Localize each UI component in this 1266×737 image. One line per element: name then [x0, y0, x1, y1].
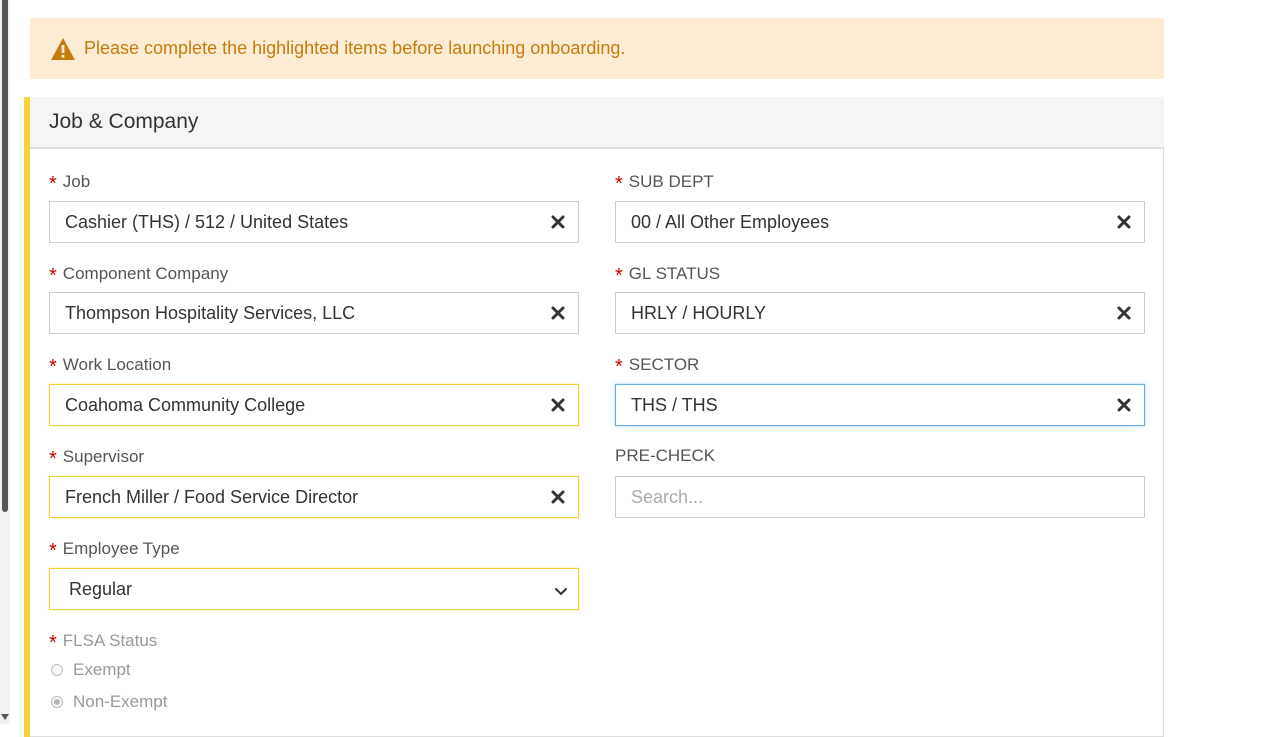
job-select[interactable]: Cashier (THS) / 512 / United States: [49, 201, 579, 243]
scrollbar-thumb[interactable]: [2, 0, 8, 512]
flsa-status-label: * FLSA Status: [49, 631, 158, 654]
sector-select[interactable]: THS / THS: [615, 384, 1145, 426]
gl-status-label: * GL STATUS: [615, 264, 721, 287]
work-location-value: Coahoma Community College: [65, 394, 306, 415]
clear-work-location-icon[interactable]: [550, 397, 566, 413]
gl-status-select[interactable]: HRLY / HOURLY: [615, 292, 1145, 334]
work-location-label: * Work Location: [49, 355, 172, 378]
work-location-select[interactable]: Coahoma Community College: [49, 384, 579, 426]
clear-sub-dept-icon[interactable]: [1116, 214, 1132, 230]
job-value: Cashier (THS) / 512 / United States: [65, 211, 349, 232]
supervisor-value: French Miller / Food Service Director: [65, 486, 359, 507]
radio-label: Non-Exempt: [73, 692, 168, 711]
flsa-non-exempt-radio[interactable]: Non-Exempt: [51, 692, 167, 712]
component-company-label: * Component Company: [49, 264, 229, 287]
clear-gl-status-icon[interactable]: [1116, 305, 1132, 321]
chevron-down-icon: [554, 583, 568, 597]
clear-supervisor-icon[interactable]: [550, 489, 566, 505]
supervisor-label: * Supervisor: [49, 447, 145, 470]
pre-check-search[interactable]: Search...: [615, 476, 1145, 518]
job-company-panel: Job & Company * Job Cashier (THS) / 512 /…: [24, 97, 1164, 737]
component-company-select[interactable]: Thompson Hospitality Services, LLC: [49, 292, 579, 334]
sub-dept-value: 00 / All Other Employees: [631, 211, 830, 232]
radio-circle-selected[interactable]: [51, 696, 63, 708]
scroll-down-arrow-icon[interactable]: [1, 714, 9, 720]
clear-component-company-icon[interactable]: [550, 305, 566, 321]
radio-label: Exempt: [73, 660, 131, 679]
pre-check-placeholder: Search...: [631, 486, 704, 507]
sub-dept-label: * SUB DEPT: [615, 172, 714, 195]
clear-job-icon[interactable]: [550, 214, 566, 230]
warning-triangle-icon: [50, 37, 76, 61]
page-scrollbar[interactable]: [0, 0, 10, 724]
validation-alert: Please complete the highlighted items be…: [30, 18, 1164, 79]
employee-type-value: Regular: [69, 578, 133, 599]
gl-status-value: HRLY / HOURLY: [631, 302, 767, 323]
sector-label: * SECTOR: [615, 355, 700, 378]
pre-check-label: PRE-CHECK: [615, 446, 716, 465]
flsa-exempt-radio[interactable]: Exempt: [51, 660, 131, 680]
supervisor-select[interactable]: French Miller / Food Service Director: [49, 476, 579, 518]
job-label: * Job: [49, 172, 91, 195]
clear-sector-icon[interactable]: [1116, 397, 1132, 413]
sector-value: THS / THS: [631, 394, 718, 415]
sub-dept-select[interactable]: 00 / All Other Employees: [615, 201, 1145, 243]
alert-message: Please complete the highlighted items be…: [84, 38, 626, 58]
employee-type-dropdown[interactable]: Regular: [49, 568, 579, 610]
radio-circle[interactable]: [51, 664, 63, 676]
panel-title: Job & Company: [30, 97, 1164, 149]
component-company-value: Thompson Hospitality Services, LLC: [65, 302, 356, 323]
employee-type-label: * Employee Type: [49, 539, 180, 562]
